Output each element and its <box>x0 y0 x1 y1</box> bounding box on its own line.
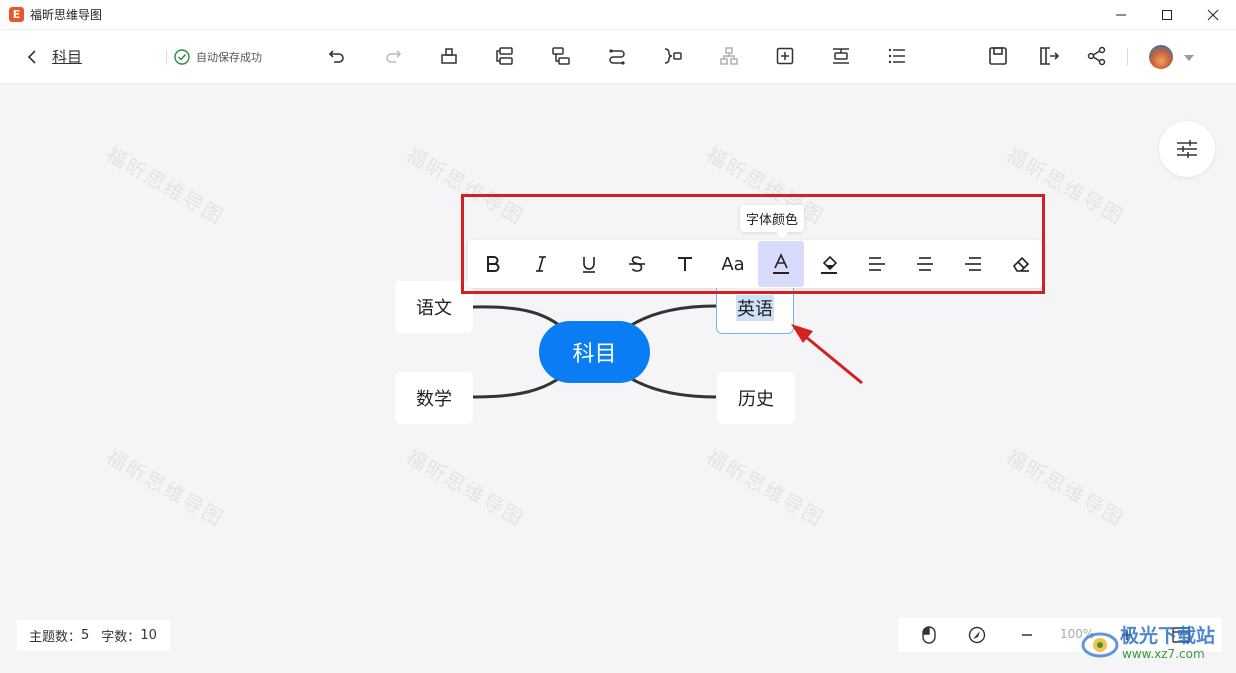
site-logo-icon <box>1081 632 1119 658</box>
site-watermark: 极光下载站 www.xz7.com <box>1076 621 1226 665</box>
topic-count-label: 主题数： <box>29 630 82 645</box>
locate-button[interactable] <box>968 626 986 644</box>
mouse-mode-button[interactable] <box>920 626 938 644</box>
mouse-icon <box>922 626 936 644</box>
compass-icon <box>968 626 986 644</box>
word-count-label: 字数： <box>101 630 141 645</box>
annotation-arrow <box>791 324 863 385</box>
zoom-out-button[interactable] <box>1018 626 1036 644</box>
site-watermark-url: www.xz7.com <box>1122 647 1205 661</box>
topic-count: 5 <box>81 628 90 643</box>
minus-icon <box>1022 634 1032 636</box>
word-count: 10 <box>140 628 157 643</box>
document-stats: 主题数： 5 字数： 10 <box>17 620 170 651</box>
site-watermark-name: 极光下载站 <box>1120 625 1216 647</box>
